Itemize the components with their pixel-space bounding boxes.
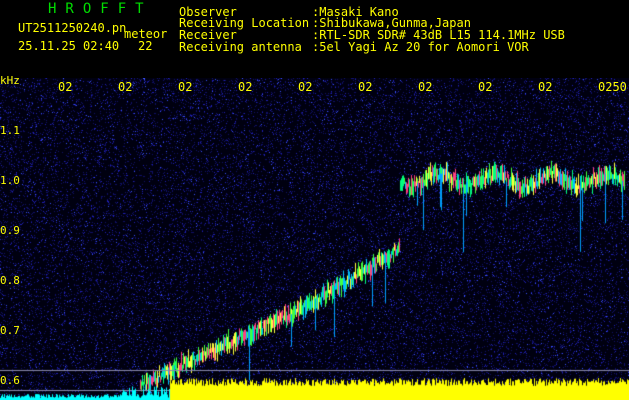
- time-tick: 0249: [538, 80, 552, 94]
- antenna-value: :5el Yagi Az 20 for Aomori VOR: [312, 40, 529, 54]
- meteor-count: 22: [138, 39, 153, 53]
- time-tick: 0248: [478, 80, 492, 94]
- freq-unit-label: kHz: [0, 74, 20, 87]
- filename: UT2511250240.pn: [18, 21, 127, 35]
- freq-tick: 0.7: [0, 324, 20, 337]
- freq-tick: 0.6: [0, 374, 20, 387]
- datetime: 25.11.25 02:40: [18, 39, 120, 53]
- antenna-label: Receiving antenna: [179, 40, 302, 54]
- time-tick: 0244: [238, 80, 252, 94]
- time-tick: 0242: [118, 80, 132, 94]
- spectrogram: [0, 78, 629, 400]
- time-tick: 0247: [418, 80, 432, 94]
- freq-tick: 1.0: [0, 174, 20, 187]
- freq-tick: 1.1: [0, 124, 20, 137]
- freq-tick: 0.9: [0, 224, 20, 237]
- time-tick: 0246: [358, 80, 372, 94]
- freq-tick: 0.8: [0, 274, 20, 287]
- time-tick: 0243: [178, 80, 192, 94]
- time-tick: 0245: [298, 80, 312, 94]
- time-tick: 0250: [598, 80, 627, 94]
- app-title: HROFFT: [48, 1, 153, 17]
- time-tick: 0241: [58, 80, 72, 94]
